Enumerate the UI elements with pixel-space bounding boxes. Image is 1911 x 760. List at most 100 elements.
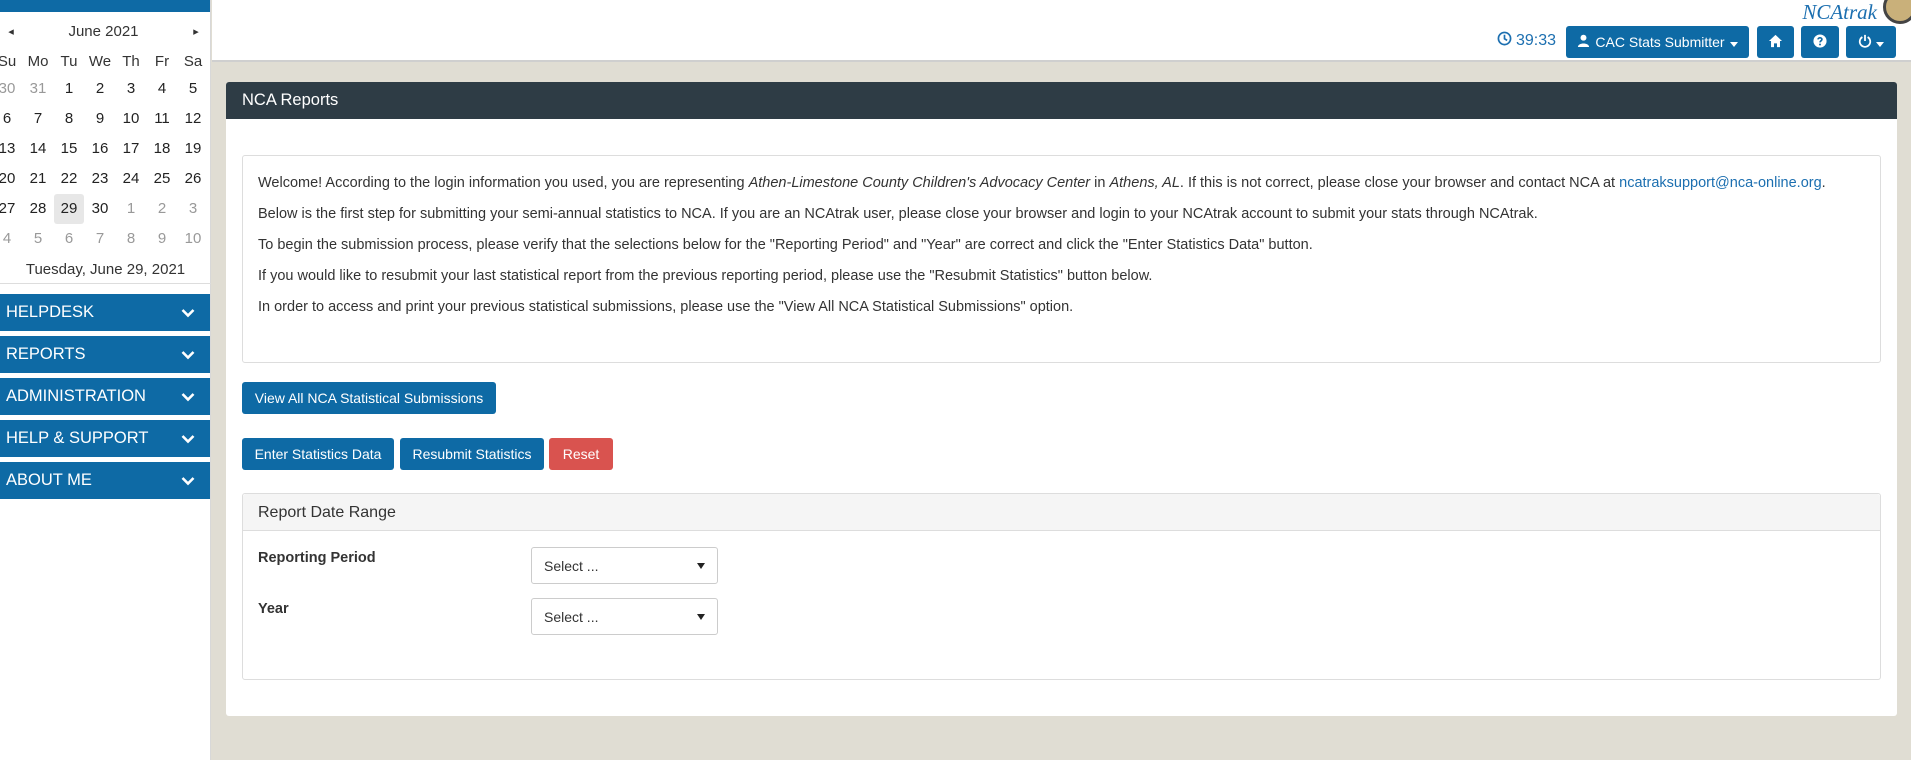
calendar-day[interactable]: 3: [178, 194, 208, 224]
sidebar-item-label: HELPDESK: [6, 303, 95, 321]
home-icon: [1768, 34, 1783, 51]
calendar-day[interactable]: 19: [178, 134, 208, 164]
calendar-day[interactable]: 29: [54, 194, 84, 224]
calendar-day[interactable]: 13: [0, 134, 22, 164]
calendar-weekday: Fr: [154, 53, 170, 70]
brand-logo: NCAtrak: [1802, 0, 1877, 24]
calendar-day[interactable]: 10: [116, 104, 146, 134]
calendar-day[interactable]: 11: [147, 104, 177, 134]
year-select[interactable]: Select ...: [531, 598, 718, 635]
help-button[interactable]: [1801, 26, 1839, 58]
sidebar: ◂ June 2021 ▸ Su Mo Tu We Th Fr Sa 30 31 1 2 3 4 5 6 7 8…: [0, 0, 211, 760]
calendar-day[interactable]: 23: [85, 164, 115, 194]
clock-icon: [1497, 31, 1512, 51]
reporting-period-value: Select ...: [544, 557, 599, 574]
home-button[interactable]: [1757, 26, 1794, 58]
calendar-day[interactable]: 16: [85, 134, 115, 164]
year-value: Select ...: [544, 608, 599, 625]
reporting-period-select[interactable]: Select ...: [531, 547, 718, 584]
caret-down-icon: [697, 562, 705, 569]
calendar-day[interactable]: 1: [54, 74, 84, 104]
reset-button[interactable]: Reset: [549, 438, 613, 470]
user-menu-button[interactable]: CAC Stats Submitter: [1566, 26, 1749, 58]
calendar-day[interactable]: 6: [54, 224, 84, 254]
chevron-down-icon: [180, 307, 196, 319]
calendar-day[interactable]: 12: [178, 104, 208, 134]
welcome-text: Welcome! According to the login informat…: [258, 175, 749, 191]
calendar-day[interactable]: 9: [85, 104, 115, 134]
sidebar-item-administration[interactable]: ADMINISTRATION: [0, 378, 210, 415]
calendar-day[interactable]: 7: [23, 104, 53, 134]
welcome-text: in: [1090, 175, 1110, 191]
calendar-day[interactable]: 3: [116, 74, 146, 104]
calendar-day[interactable]: 8: [116, 224, 146, 254]
view-all-submissions-button[interactable]: View All NCA Statistical Submissions: [242, 382, 496, 414]
calendar-day[interactable]: 7: [85, 224, 115, 254]
chevron-down-icon: [180, 349, 196, 361]
calendar-day[interactable]: 20: [0, 164, 22, 194]
calendar-day[interactable]: 24: [116, 164, 146, 194]
calendar-day[interactable]: 30: [85, 194, 115, 224]
sidebar-item-about-me[interactable]: ABOUT ME: [0, 462, 210, 499]
sidebar-menu: HELPDESK REPORTS ADMINISTRATION HELP & S…: [0, 294, 210, 499]
calendar-day[interactable]: 26: [178, 164, 208, 194]
calendar-day[interactable]: 30: [0, 74, 22, 104]
calendar-day[interactable]: 27: [0, 194, 22, 224]
calendar-today-label[interactable]: Tuesday, June 29, 2021: [0, 254, 211, 284]
chevron-down-icon: [180, 475, 196, 487]
enter-statistics-button[interactable]: Enter Statistics Data: [242, 438, 394, 470]
calendar-day[interactable]: 15: [54, 134, 84, 164]
sidebar-item-label: ADMINISTRATION: [6, 387, 146, 405]
user-menu-label: CAC Stats Submitter: [1595, 34, 1725, 50]
sidebar-item-help-support[interactable]: HELP & SUPPORT: [0, 420, 210, 457]
calendar-day[interactable]: 5: [23, 224, 53, 254]
calendar-day[interactable]: 25: [147, 164, 177, 194]
reporting-period-label: Reporting Period: [258, 550, 376, 566]
calendar-day[interactable]: 31: [23, 74, 53, 104]
calendar-day[interactable]: 17: [116, 134, 146, 164]
calendar-next-icon[interactable]: ▸: [189, 25, 203, 38]
report-date-range-box: Report Date Range Reporting Period Selec…: [242, 493, 1881, 680]
caret-down-icon: [697, 613, 705, 620]
calendar-day[interactable]: 9: [147, 224, 177, 254]
resubmit-statistics-button[interactable]: Resubmit Statistics: [400, 438, 544, 470]
calendar: ◂ June 2021 ▸ Su Mo Tu We Th Fr Sa 30 31 1 2 3 4 5 6 7 8…: [0, 12, 211, 284]
instruction-paragraph: In order to access and print your previo…: [258, 299, 1074, 315]
calendar-month-label[interactable]: June 2021: [68, 23, 138, 40]
calendar-day[interactable]: 4: [147, 74, 177, 104]
support-email-link[interactable]: ncatraksupport@nca-online.org: [1619, 175, 1822, 191]
caret-down-icon: [1729, 34, 1738, 50]
calendar-day[interactable]: 21: [23, 164, 53, 194]
sidebar-item-reports[interactable]: REPORTS: [0, 336, 210, 373]
power-menu-button[interactable]: [1846, 26, 1896, 58]
welcome-text: . If this is not correct, please close y…: [1179, 175, 1620, 191]
timer-value: 39:33: [1516, 32, 1557, 49]
welcome-paragraph: Welcome! According to the login informat…: [258, 173, 1865, 193]
calendar-day[interactable]: 6: [0, 104, 22, 134]
sidebar-item-label: HELP & SUPPORT: [6, 429, 149, 447]
sidebar-item-helpdesk[interactable]: HELPDESK: [0, 294, 210, 331]
calendar-day[interactable]: 1: [116, 194, 146, 224]
session-timer: 39:33: [1497, 31, 1556, 51]
caret-down-icon: [1876, 34, 1884, 50]
calendar-weekday: Su: [0, 53, 17, 70]
calendar-day[interactable]: 18: [147, 134, 177, 164]
calendar-day[interactable]: 2: [147, 194, 177, 224]
calendar-day[interactable]: 8: [54, 104, 84, 134]
report-date-range-title: Report Date Range: [243, 494, 1880, 531]
calendar-day[interactable]: 2: [85, 74, 115, 104]
calendar-day[interactable]: 5: [178, 74, 208, 104]
nca-reports-panel: NCA Reports Welcome! According to the lo…: [226, 82, 1897, 716]
calendar-prev-icon[interactable]: ◂: [4, 25, 18, 38]
question-circle-icon: [1813, 33, 1827, 51]
calendar-day[interactable]: 10: [178, 224, 208, 254]
calendar-day[interactable]: 14: [23, 134, 53, 164]
calendar-weekday: We: [88, 53, 112, 70]
user-icon: [1577, 34, 1590, 50]
instruction-paragraph: If you would like to resubmit your last …: [258, 268, 1153, 284]
calendar-day[interactable]: 4: [0, 224, 22, 254]
calendar-day[interactable]: 28: [23, 194, 53, 224]
calendar-day[interactable]: 22: [54, 164, 84, 194]
welcome-text: .: [1821, 175, 1826, 191]
calendar-header: ◂ June 2021 ▸: [0, 12, 211, 50]
